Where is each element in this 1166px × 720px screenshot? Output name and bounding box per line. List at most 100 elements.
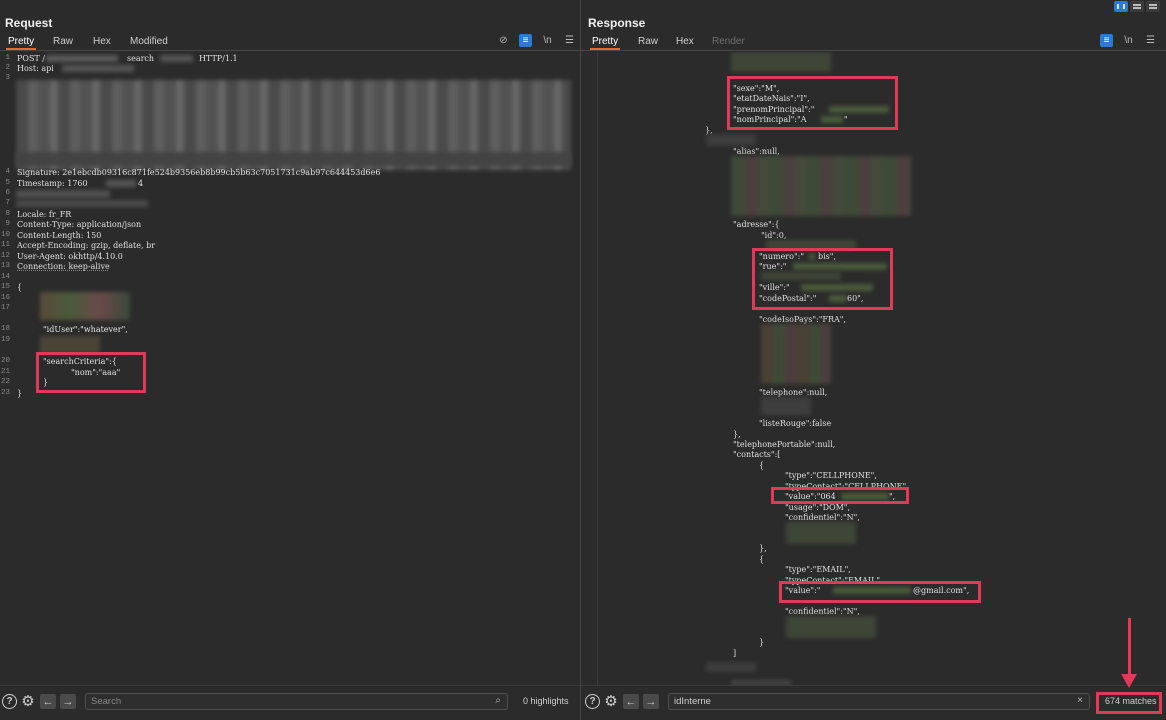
request-path: search bbox=[127, 54, 155, 63]
line-number: 18 bbox=[0, 325, 10, 333]
word-wrap-icon[interactable]: ≡ bbox=[1100, 34, 1113, 47]
newline-icon[interactable]: \n bbox=[1122, 34, 1135, 47]
tabs-divider bbox=[581, 50, 1166, 51]
request-pane: Request Pretty Raw Hex Modified ⊘ ≡ \n ☰… bbox=[0, 0, 580, 720]
response-tabs: Pretty Raw Hex Render bbox=[581, 36, 1166, 50]
line-number: 4 bbox=[5, 168, 10, 176]
word-wrap-icon[interactable]: ≡ bbox=[519, 34, 532, 47]
redacted-block bbox=[761, 397, 811, 415]
locale-header: Locale: fr_FR bbox=[17, 210, 72, 219]
response-tools: ≡ \n ☰ bbox=[1100, 34, 1157, 47]
redacted-block bbox=[706, 662, 756, 672]
tab-render[interactable]: Render bbox=[712, 36, 745, 48]
json-type-cellphone: "type":"CELLPHONE", bbox=[785, 471, 877, 480]
tab-pretty[interactable]: Pretty bbox=[590, 36, 621, 50]
menu-icon[interactable]: ☰ bbox=[1144, 34, 1157, 47]
settings-gear-icon[interactable]: ⚙ bbox=[603, 693, 619, 710]
redacted-block bbox=[40, 292, 130, 320]
redacted-block bbox=[16, 200, 148, 207]
tab-hex[interactable]: Hex bbox=[93, 36, 111, 48]
back-arrow-icon[interactable]: ← bbox=[623, 694, 639, 709]
line-number: 10 bbox=[0, 231, 10, 239]
line-number: 14 bbox=[0, 273, 10, 281]
menu-icon[interactable]: ☰ bbox=[563, 34, 576, 47]
redacted-block bbox=[786, 616, 876, 638]
host-header: Host: api bbox=[17, 64, 54, 73]
line-number: 20 bbox=[0, 357, 10, 365]
line-number-gutter: 1 2 3 4 5 6 7 8 9 10 11 12 13 14 15 16 1… bbox=[0, 52, 11, 686]
hide-nonprintable-icon[interactable]: ⊘ bbox=[497, 34, 510, 47]
redacted-block bbox=[46, 55, 118, 62]
annotation-arrowhead bbox=[1121, 674, 1137, 688]
request-title: Request bbox=[5, 16, 53, 30]
redacted-block bbox=[731, 156, 911, 216]
redacted-block bbox=[62, 65, 134, 72]
line-number: 3 bbox=[5, 74, 10, 82]
highlight-box bbox=[779, 581, 981, 603]
line-number: 15 bbox=[0, 283, 10, 291]
tab-raw[interactable]: Raw bbox=[53, 36, 73, 48]
line-number: 8 bbox=[5, 210, 10, 218]
json-confidentiel: "confidentiel":"N", bbox=[785, 607, 860, 616]
newline-icon[interactable]: \n bbox=[541, 34, 554, 47]
redacted-block bbox=[106, 180, 136, 187]
user-agent-header: User-Agent: okhttp/4.10.0 bbox=[17, 252, 123, 261]
search-icon: ⌕ bbox=[495, 695, 501, 706]
redacted-block bbox=[16, 190, 110, 198]
request-tabs: Pretty Raw Hex Modified bbox=[0, 36, 580, 50]
redacted-block bbox=[160, 55, 193, 62]
request-search-input[interactable] bbox=[91, 695, 449, 708]
json-open-brace: { bbox=[759, 461, 765, 470]
split-vertical-icon[interactable] bbox=[1130, 1, 1144, 12]
line-number-gutter bbox=[581, 52, 598, 686]
tab-raw[interactable]: Raw bbox=[638, 36, 658, 48]
json-close-brace: } bbox=[17, 389, 23, 398]
redacted-block bbox=[731, 52, 831, 72]
tab-pretty[interactable]: Pretty bbox=[6, 36, 37, 50]
clear-icon[interactable]: × bbox=[1077, 695, 1083, 706]
timestamp-tail: 4 bbox=[138, 179, 144, 188]
line-number: 9 bbox=[5, 220, 10, 228]
back-arrow-icon[interactable]: ← bbox=[40, 694, 56, 709]
tab-hex[interactable]: Hex bbox=[676, 36, 694, 48]
help-icon[interactable]: ? bbox=[2, 694, 17, 709]
help-icon[interactable]: ? bbox=[585, 694, 600, 709]
connection-header: Connection: keep-alive bbox=[17, 262, 110, 271]
layout-toggle[interactable] bbox=[1114, 1, 1160, 12]
settings-gear-icon[interactable]: ⚙ bbox=[20, 693, 36, 710]
json-code-iso-pays: "codeIsoPays":"FRA", bbox=[759, 315, 846, 324]
line-number: 11 bbox=[0, 241, 10, 249]
line-number: 16 bbox=[0, 294, 10, 302]
content-type-header: Content-Type: application/json bbox=[17, 220, 142, 229]
json-type-email: "type":"EMAIL", bbox=[785, 565, 851, 574]
request-tools: ⊘ ≡ \n ☰ bbox=[497, 34, 576, 47]
response-search-box[interactable]: × bbox=[668, 693, 1090, 710]
request-search-box[interactable]: ⌕ bbox=[85, 693, 508, 710]
response-search-input[interactable] bbox=[674, 695, 1031, 708]
json-usage: "usage":"DOM", bbox=[785, 503, 851, 512]
request-method-line: POST / bbox=[17, 54, 45, 63]
single-pane-icon[interactable] bbox=[1146, 1, 1160, 12]
forward-arrow-icon[interactable]: → bbox=[643, 694, 659, 709]
json-telephone: "telephone":null, bbox=[759, 388, 828, 397]
line-number: 1 bbox=[5, 54, 10, 62]
line-number: 6 bbox=[5, 189, 10, 197]
json-contacts: "contacts":[ bbox=[733, 450, 781, 459]
split-horizontal-icon[interactable] bbox=[1114, 1, 1128, 12]
highlight-box bbox=[752, 248, 893, 310]
response-editor[interactable]: "sexe":"M", "etatDateNais":"I", "prenomP… bbox=[581, 52, 1166, 686]
json-close: } bbox=[759, 638, 765, 647]
redacted-block bbox=[16, 152, 571, 166]
line-number: 5 bbox=[5, 179, 10, 187]
highlight-box bbox=[36, 352, 146, 393]
forward-arrow-icon[interactable]: → bbox=[60, 694, 76, 709]
response-footer: ? ⚙ ← → × 674 matches bbox=[581, 685, 1166, 720]
json-iduser: "idUser":"whatever", bbox=[43, 325, 128, 334]
response-pane: Response Pretty Raw Hex Render ≡ \n ☰ "s… bbox=[581, 0, 1166, 720]
line-number: 23 bbox=[0, 389, 10, 397]
line-number: 17 bbox=[0, 304, 10, 312]
tab-modified[interactable]: Modified bbox=[130, 36, 168, 48]
timestamp-header: Timestamp: 1760 bbox=[17, 179, 88, 188]
json-alias: "alias":null, bbox=[733, 147, 780, 156]
request-editor[interactable]: 1 2 3 4 5 6 7 8 9 10 11 12 13 14 15 16 1… bbox=[0, 52, 580, 686]
